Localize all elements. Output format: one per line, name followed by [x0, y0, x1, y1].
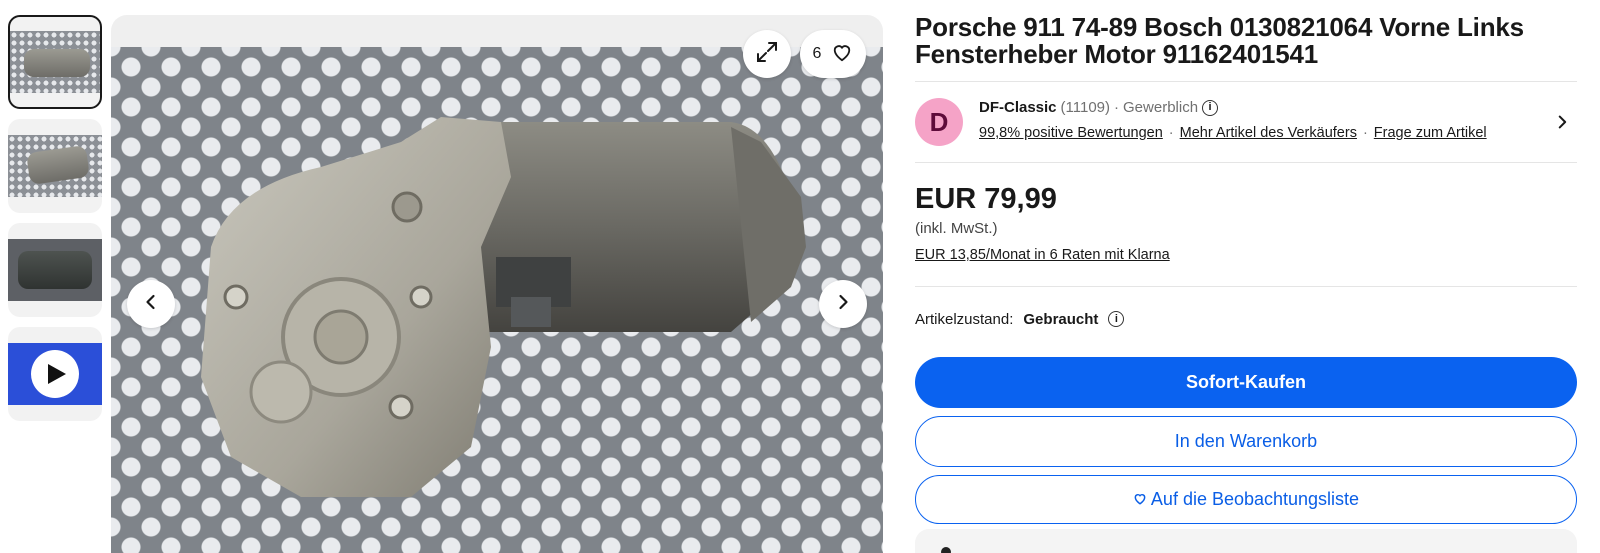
seller-avatar: D	[915, 98, 963, 146]
product-photo	[111, 47, 883, 553]
vat-note: (inkl. MwSt.)	[915, 220, 998, 237]
seller-feedback-link[interactable]: 99,8% positive Bewertungen	[979, 125, 1163, 141]
chevron-left-icon	[141, 292, 161, 317]
thumbnail-image	[8, 135, 102, 197]
condition-row: Artikelzustand: Gebraucht i	[915, 307, 1577, 331]
separator-dot: ·	[1114, 99, 1120, 116]
seller-more-items-link[interactable]: Mehr Artikel des Verkäufers	[1180, 125, 1357, 141]
watch-count-button[interactable]: 6	[800, 30, 866, 78]
divider	[915, 286, 1577, 287]
condition-label: Artikelzustand:	[915, 310, 1014, 328]
thumbnail-1[interactable]	[8, 15, 102, 109]
play-icon	[31, 350, 79, 398]
thumbnail-3[interactable]	[8, 223, 102, 317]
seller-info-line: DF-Classic (11109) · Gewerblich i	[979, 99, 1219, 116]
next-image-button[interactable]	[819, 280, 867, 328]
thumbnail-video[interactable]	[8, 327, 102, 421]
heart-icon	[1133, 489, 1147, 510]
add-to-cart-button[interactable]: In den Warenkorb	[915, 416, 1577, 467]
previous-image-button[interactable]	[127, 280, 175, 328]
separator-dot: ·	[1168, 125, 1174, 141]
seller-card[interactable]: D DF-Classic (11109) · Gewerblich i 99,8…	[915, 82, 1577, 162]
price: EUR 79,99	[915, 183, 1057, 215]
listing-title: Porsche 911 74-89 Bosch 0130821064 Vorne…	[915, 12, 1524, 69]
separator-dot: ·	[1362, 125, 1368, 141]
seller-name[interactable]: DF-Classic	[979, 99, 1057, 116]
seller-type: Gewerblich	[1123, 99, 1199, 116]
expand-icon	[755, 40, 779, 69]
info-icon[interactable]: i	[1108, 311, 1125, 327]
heart-icon	[831, 42, 853, 67]
seller-rating-count: (11109)	[1060, 99, 1111, 116]
main-image-viewer[interactable]: 6	[111, 15, 883, 553]
thumbnail-strip	[8, 15, 104, 431]
info-icon[interactable]: i	[1202, 99, 1219, 116]
contact-seller-link[interactable]: Frage zum Artikel	[1374, 125, 1487, 141]
buy-now-button[interactable]: Sofort-Kaufen	[915, 357, 1577, 408]
klarna-installment-link[interactable]: EUR 13,85/Monat in 6 Raten mit Klarna	[915, 247, 1170, 263]
thumbnail-image	[8, 239, 102, 301]
price-section: EUR 79,99 (inkl. MwSt.) EUR 13,85/Monat …	[915, 163, 1577, 286]
chevron-right-icon[interactable]	[1553, 112, 1571, 137]
condition-value: Gebraucht	[1023, 310, 1099, 328]
thumbnail-2[interactable]	[8, 119, 102, 213]
shipping-info-card	[915, 529, 1577, 553]
watch-count: 6	[812, 45, 822, 62]
thumbnail-image	[10, 31, 100, 93]
card-icon	[941, 547, 951, 553]
listing-details: Porsche 911 74-89 Bosch 0130821064 Vorne…	[915, 0, 1577, 553]
seller-links: 99,8% positive Bewertungen · Mehr Artike…	[979, 125, 1487, 141]
expand-button[interactable]	[743, 30, 791, 78]
add-to-watchlist-button[interactable]: Auf die Beobachtungsliste	[915, 475, 1577, 524]
chevron-right-icon	[833, 292, 853, 317]
watchlist-label: Auf die Beobachtungsliste	[1150, 489, 1360, 509]
